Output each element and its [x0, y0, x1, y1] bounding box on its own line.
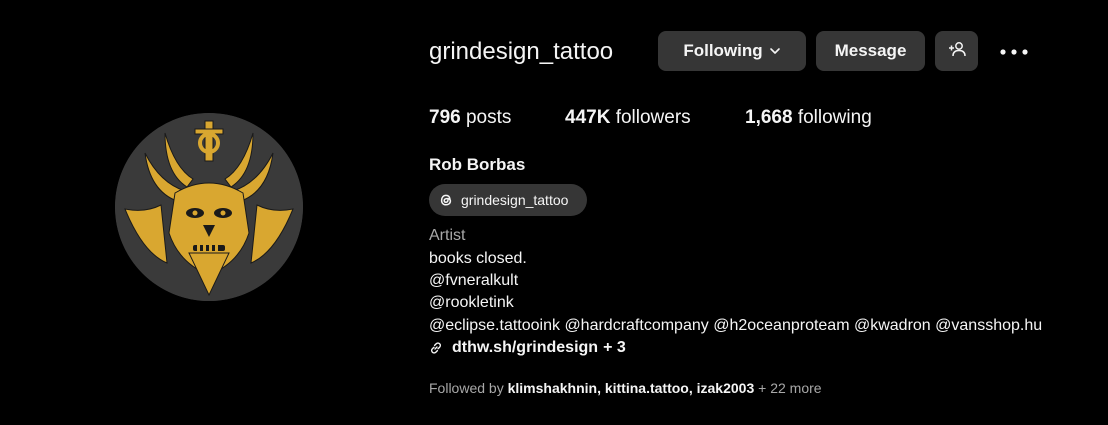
message-button[interactable]: Message	[816, 31, 925, 71]
followers-label: followers	[615, 107, 691, 128]
more-options-icon	[1000, 42, 1028, 60]
message-button-label: Message	[834, 41, 907, 60]
followers-count: 447K	[565, 107, 611, 128]
followed-by-more: + 22 more	[758, 380, 822, 396]
followed-by-prefix: Followed by	[429, 380, 504, 396]
following-stat[interactable]: 1,668 following	[745, 106, 872, 130]
followed-by[interactable]: Followed by klimshakhnin, kittina.tattoo…	[429, 379, 822, 397]
following-label: following	[797, 107, 872, 128]
bio-mention[interactable]: @eclipse.tattooink	[429, 317, 560, 334]
profile-category: Artist	[429, 227, 466, 244]
profile-full-name: Rob Borbas	[429, 155, 526, 174]
posts-stat: 796 posts	[429, 106, 511, 130]
more-options-button[interactable]	[998, 41, 1030, 61]
threads-link-label: grindesign_tattoo	[461, 192, 569, 208]
external-link-extra: + 3	[603, 339, 626, 356]
bio-mention[interactable]: @rookletink	[429, 292, 514, 313]
add-person-icon	[948, 41, 966, 62]
followed-by-user[interactable]: izak2003	[697, 380, 755, 396]
demon-skull-artwork-icon	[115, 113, 303, 301]
threads-icon	[437, 191, 455, 209]
following-button-label: Following	[683, 41, 763, 60]
followers-stat[interactable]: 447K followers	[565, 106, 691, 130]
bio-mention[interactable]: @fvneralkult	[429, 270, 518, 291]
bio-mention[interactable]: @kwadron	[854, 317, 931, 334]
suggested-accounts-button[interactable]	[935, 31, 978, 71]
bio-mention[interactable]: @vansshop.hu	[935, 317, 1042, 334]
threads-link-button[interactable]: grindesign_tattoo	[429, 184, 587, 216]
followed-by-user[interactable]: klimshakhnin	[508, 380, 597, 396]
external-link-url: dthw.sh/grindesign	[452, 339, 599, 356]
external-link[interactable]: dthw.sh/grindesign + 3	[429, 337, 626, 359]
following-button[interactable]: Following	[658, 31, 806, 71]
posts-count: 796	[429, 107, 461, 128]
posts-label: posts	[465, 107, 512, 128]
bio-mentions-line: @eclipse.tattooink @hardcraftcompany @h2…	[429, 315, 1042, 336]
chevron-down-icon	[769, 45, 781, 57]
profile-username: grindesign_tattoo	[429, 38, 614, 65]
following-count: 1,668	[745, 107, 793, 128]
bio-text: books closed.	[429, 250, 527, 267]
followed-by-user[interactable]: kittina.tattoo	[605, 380, 689, 396]
link-icon	[429, 341, 443, 355]
bio-mention[interactable]: @h2oceanproteam	[713, 317, 849, 334]
bio-mention[interactable]: @hardcraftcompany	[564, 317, 708, 334]
profile-avatar[interactable]	[115, 113, 303, 301]
